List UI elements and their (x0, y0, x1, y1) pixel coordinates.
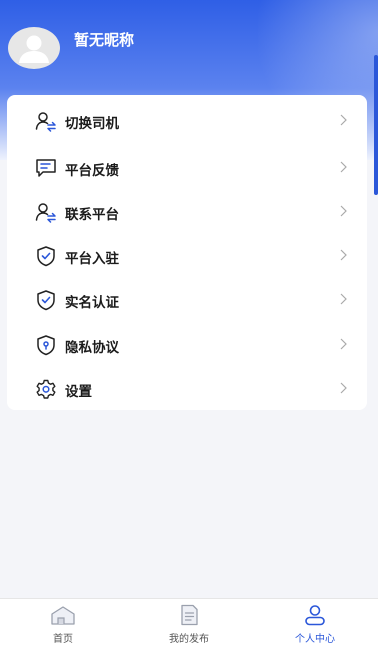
user-icon (305, 605, 325, 626)
scrollbar[interactable] (374, 55, 378, 195)
menu-item-label: 平台入驻 (65, 251, 119, 267)
chevron-right-icon (340, 293, 347, 305)
tab-my-posts[interactable]: 我的发布 (126, 599, 252, 646)
menu-item-label: 隐私协议 (65, 340, 119, 356)
feedback-icon (36, 159, 56, 177)
default-avatar-icon (19, 35, 49, 63)
chevron-right-icon (340, 114, 347, 126)
chevron-right-icon (340, 249, 347, 261)
shield-check-icon (37, 290, 55, 311)
shield-check-icon (37, 246, 55, 267)
chevron-right-icon (340, 161, 347, 173)
menu-item-contact-platform[interactable]: 联系平台 (7, 192, 367, 232)
tab-label: 首页 (53, 634, 73, 645)
gear-icon (36, 379, 56, 399)
menu-item-feedback[interactable]: 平台反馈 (7, 148, 367, 188)
chevron-right-icon (340, 338, 347, 350)
menu-item-real-name-verification[interactable]: 实名认证 (7, 280, 367, 320)
menu-item-label: 实名认证 (65, 295, 119, 311)
contact-platform-icon (35, 203, 56, 223)
menu-item-label: 切换司机 (65, 116, 119, 132)
bottom-tab-bar: 首页 我的发布 个人中心 (0, 598, 378, 646)
avatar[interactable] (8, 27, 60, 69)
chevron-right-icon (340, 205, 347, 217)
nickname[interactable]: 暂无昵称 (74, 29, 134, 50)
menu-item-privacy-policy[interactable]: 隐私协议 (7, 325, 367, 365)
home-icon (51, 606, 75, 625)
menu-item-label: 设置 (65, 384, 92, 400)
menu-item-label: 联系平台 (65, 207, 119, 223)
menu-item-settings[interactable]: 设置 (7, 369, 367, 409)
menu-item-label: 平台反馈 (65, 163, 119, 179)
switch-driver-icon (35, 112, 56, 132)
tab-label: 我的发布 (169, 634, 209, 645)
menu-item-platform-join[interactable]: 平台入驻 (7, 236, 367, 276)
tab-personal-center[interactable]: 个人中心 (252, 599, 378, 646)
menu-item-switch-driver[interactable]: 切换司机 (7, 101, 367, 141)
tab-label: 个人中心 (295, 634, 335, 645)
menu-card: 切换司机 平台反馈 联系平台 平台入驻 实名认证 隐私协议 设置 (7, 95, 367, 410)
privacy-shield-icon (37, 335, 55, 356)
document-icon (181, 604, 198, 626)
tab-home[interactable]: 首页 (0, 599, 126, 646)
chevron-right-icon (340, 382, 347, 394)
